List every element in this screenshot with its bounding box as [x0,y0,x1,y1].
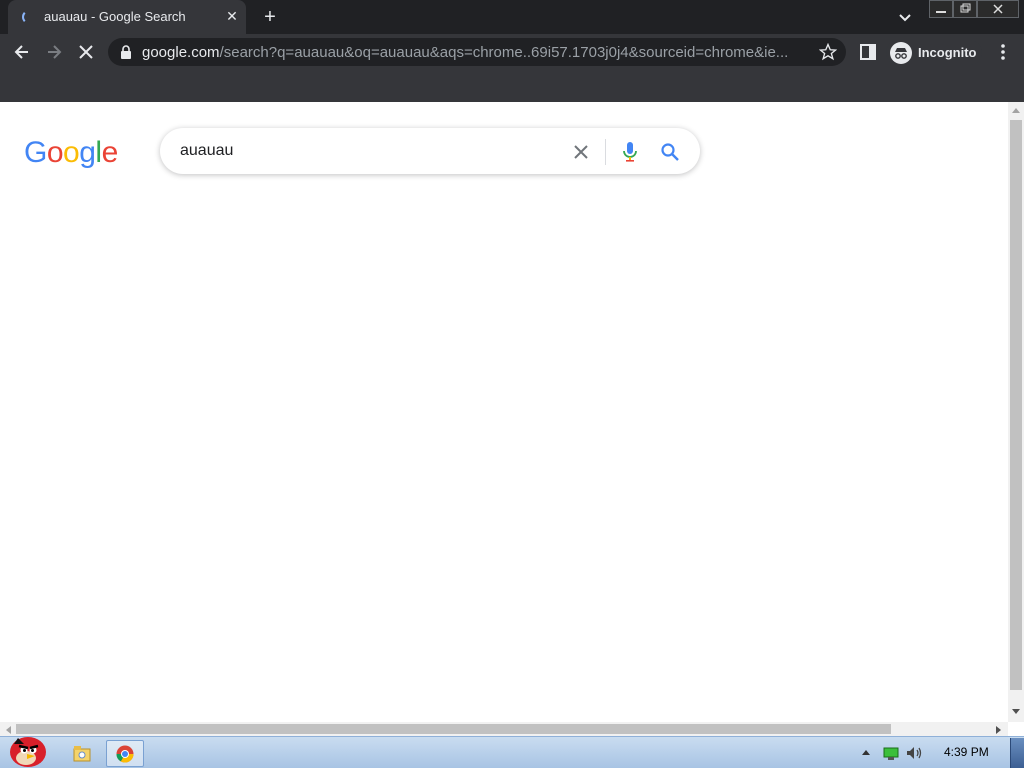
logo-letter: G [24,136,47,169]
volume-icon[interactable] [905,745,923,761]
search-icon[interactable] [660,142,680,162]
logo-letter: g [79,136,96,169]
loading-spinner-icon [22,10,36,24]
menu-kebab-icon[interactable] [995,43,1011,61]
bookmark-star-icon[interactable] [819,43,837,61]
back-arrow-icon[interactable] [12,42,32,62]
file-explorer-icon[interactable] [72,743,92,763]
side-panel-icon[interactable] [859,43,877,61]
tab-close-icon[interactable]: ✕ [224,8,240,24]
tab-title: auauau - Google Search [44,9,186,24]
clear-icon[interactable] [572,143,590,161]
show-hidden-icons-icon[interactable] [861,748,871,756]
search-box[interactable] [160,128,700,174]
scroll-right-arrow-icon[interactable] [995,725,1003,735]
search-input[interactable]: auauau [180,142,233,160]
horizontal-scroll-thumb[interactable] [16,724,891,734]
search-divider [605,139,606,165]
vertical-scroll-thumb[interactable] [1010,120,1022,690]
logo-letter: o [63,136,80,169]
chrome-icon [116,745,134,763]
page-content [0,102,1008,722]
show-desktop-button[interactable] [1010,738,1024,768]
scroll-up-arrow-icon[interactable] [1011,106,1021,114]
url-text[interactable]: google.com/search?q=auauau&oq=auauau&aqs… [142,44,808,61]
url-path: /search?q=auauau&oq=auauau&aqs=chrome..6… [219,44,789,61]
scroll-down-arrow-icon[interactable] [1011,708,1021,716]
forward-arrow-icon[interactable] [44,42,64,62]
logo-letter: e [101,136,119,169]
microphone-icon[interactable] [622,141,638,163]
tab-search-chevron-icon[interactable] [896,9,914,27]
taskbar-clock[interactable]: 4:39 PM [944,745,989,759]
url-host: google.com [142,44,220,61]
logo-letter: o [46,136,64,169]
new-tab-button[interactable]: + [260,7,280,27]
window-restore-button[interactable] [953,0,977,18]
start-button-icon[interactable] [4,730,50,768]
incognito-label: Incognito [918,45,977,60]
stop-loading-icon[interactable] [76,42,96,62]
bookmark-bar [0,70,1024,102]
network-icon[interactable] [883,745,899,761]
lock-icon[interactable] [120,44,132,60]
incognito-icon [890,42,912,64]
google-logo[interactable]: Google [24,136,118,170]
window-minimize-button[interactable] [929,0,953,18]
window-close-button[interactable] [977,0,1019,18]
